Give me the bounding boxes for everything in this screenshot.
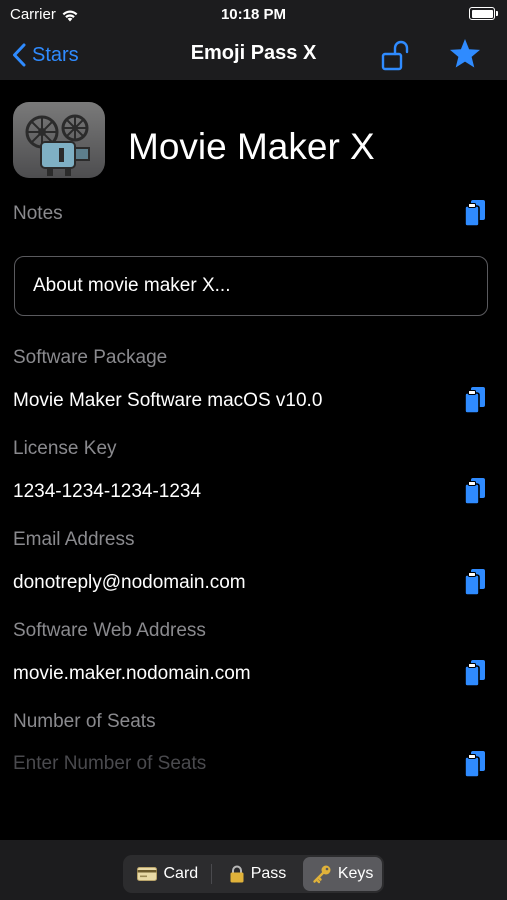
copy-icon[interactable] [462,385,488,415]
copy-icon[interactable] [462,749,488,779]
segment-pass[interactable]: Pass [212,857,304,891]
app-name: Movie Maker X [128,126,375,167]
email-address-label: Email Address [13,529,135,550]
segment-keys-label: Keys [337,865,374,882]
software-package-value[interactable]: Movie Maker Software macOS v10.0 [13,390,322,412]
lock-icon [230,865,244,883]
back-button-label: Stars [32,43,79,66]
bottom-toolbar: Card Pass Keys [0,840,507,900]
film-projector-icon [25,114,90,176]
notes-label: Notes [13,203,63,224]
notes-text: About movie maker X... [33,275,231,296]
segment-card[interactable]: Card [125,857,211,891]
copy-icon[interactable] [462,567,488,597]
license-key-value[interactable]: 1234-1234-1234-1234 [13,481,201,503]
credit-card-icon [137,867,158,881]
web-address-value[interactable]: movie.maker.nodomain.com [13,663,251,685]
web-address-label: Software Web Address [13,620,206,641]
unlock-icon[interactable] [380,38,412,72]
status-bar: Carrier 10:18 PM [0,0,507,30]
status-time: 10:18 PM [220,6,287,23]
segment-card-label: Card [163,865,199,882]
seats-label: Number of Seats [13,711,156,732]
back-button[interactable]: Stars [12,40,79,70]
view-segmented-control: Card Pass Keys [123,855,384,893]
seats-input[interactable]: Enter Number of Seats [13,753,206,775]
segment-pass-label: Pass [250,865,287,882]
copy-icon[interactable] [462,198,488,228]
license-key-label: License Key [13,438,117,459]
app-icon [13,102,105,178]
star-icon[interactable] [448,36,482,72]
copy-icon[interactable] [462,658,488,688]
email-address-value[interactable]: donotreply@nodomain.com [13,572,246,594]
software-package-label: Software Package [13,347,168,368]
chevron-left-icon [13,43,26,67]
segment-keys[interactable]: Keys [303,857,382,891]
battery-icon [469,7,498,20]
key-icon [313,865,331,884]
notes-field[interactable]: About movie maker X... [14,256,488,316]
copy-icon[interactable] [462,476,488,506]
navigation-bar: Stars Emoji Pass X [0,30,507,80]
